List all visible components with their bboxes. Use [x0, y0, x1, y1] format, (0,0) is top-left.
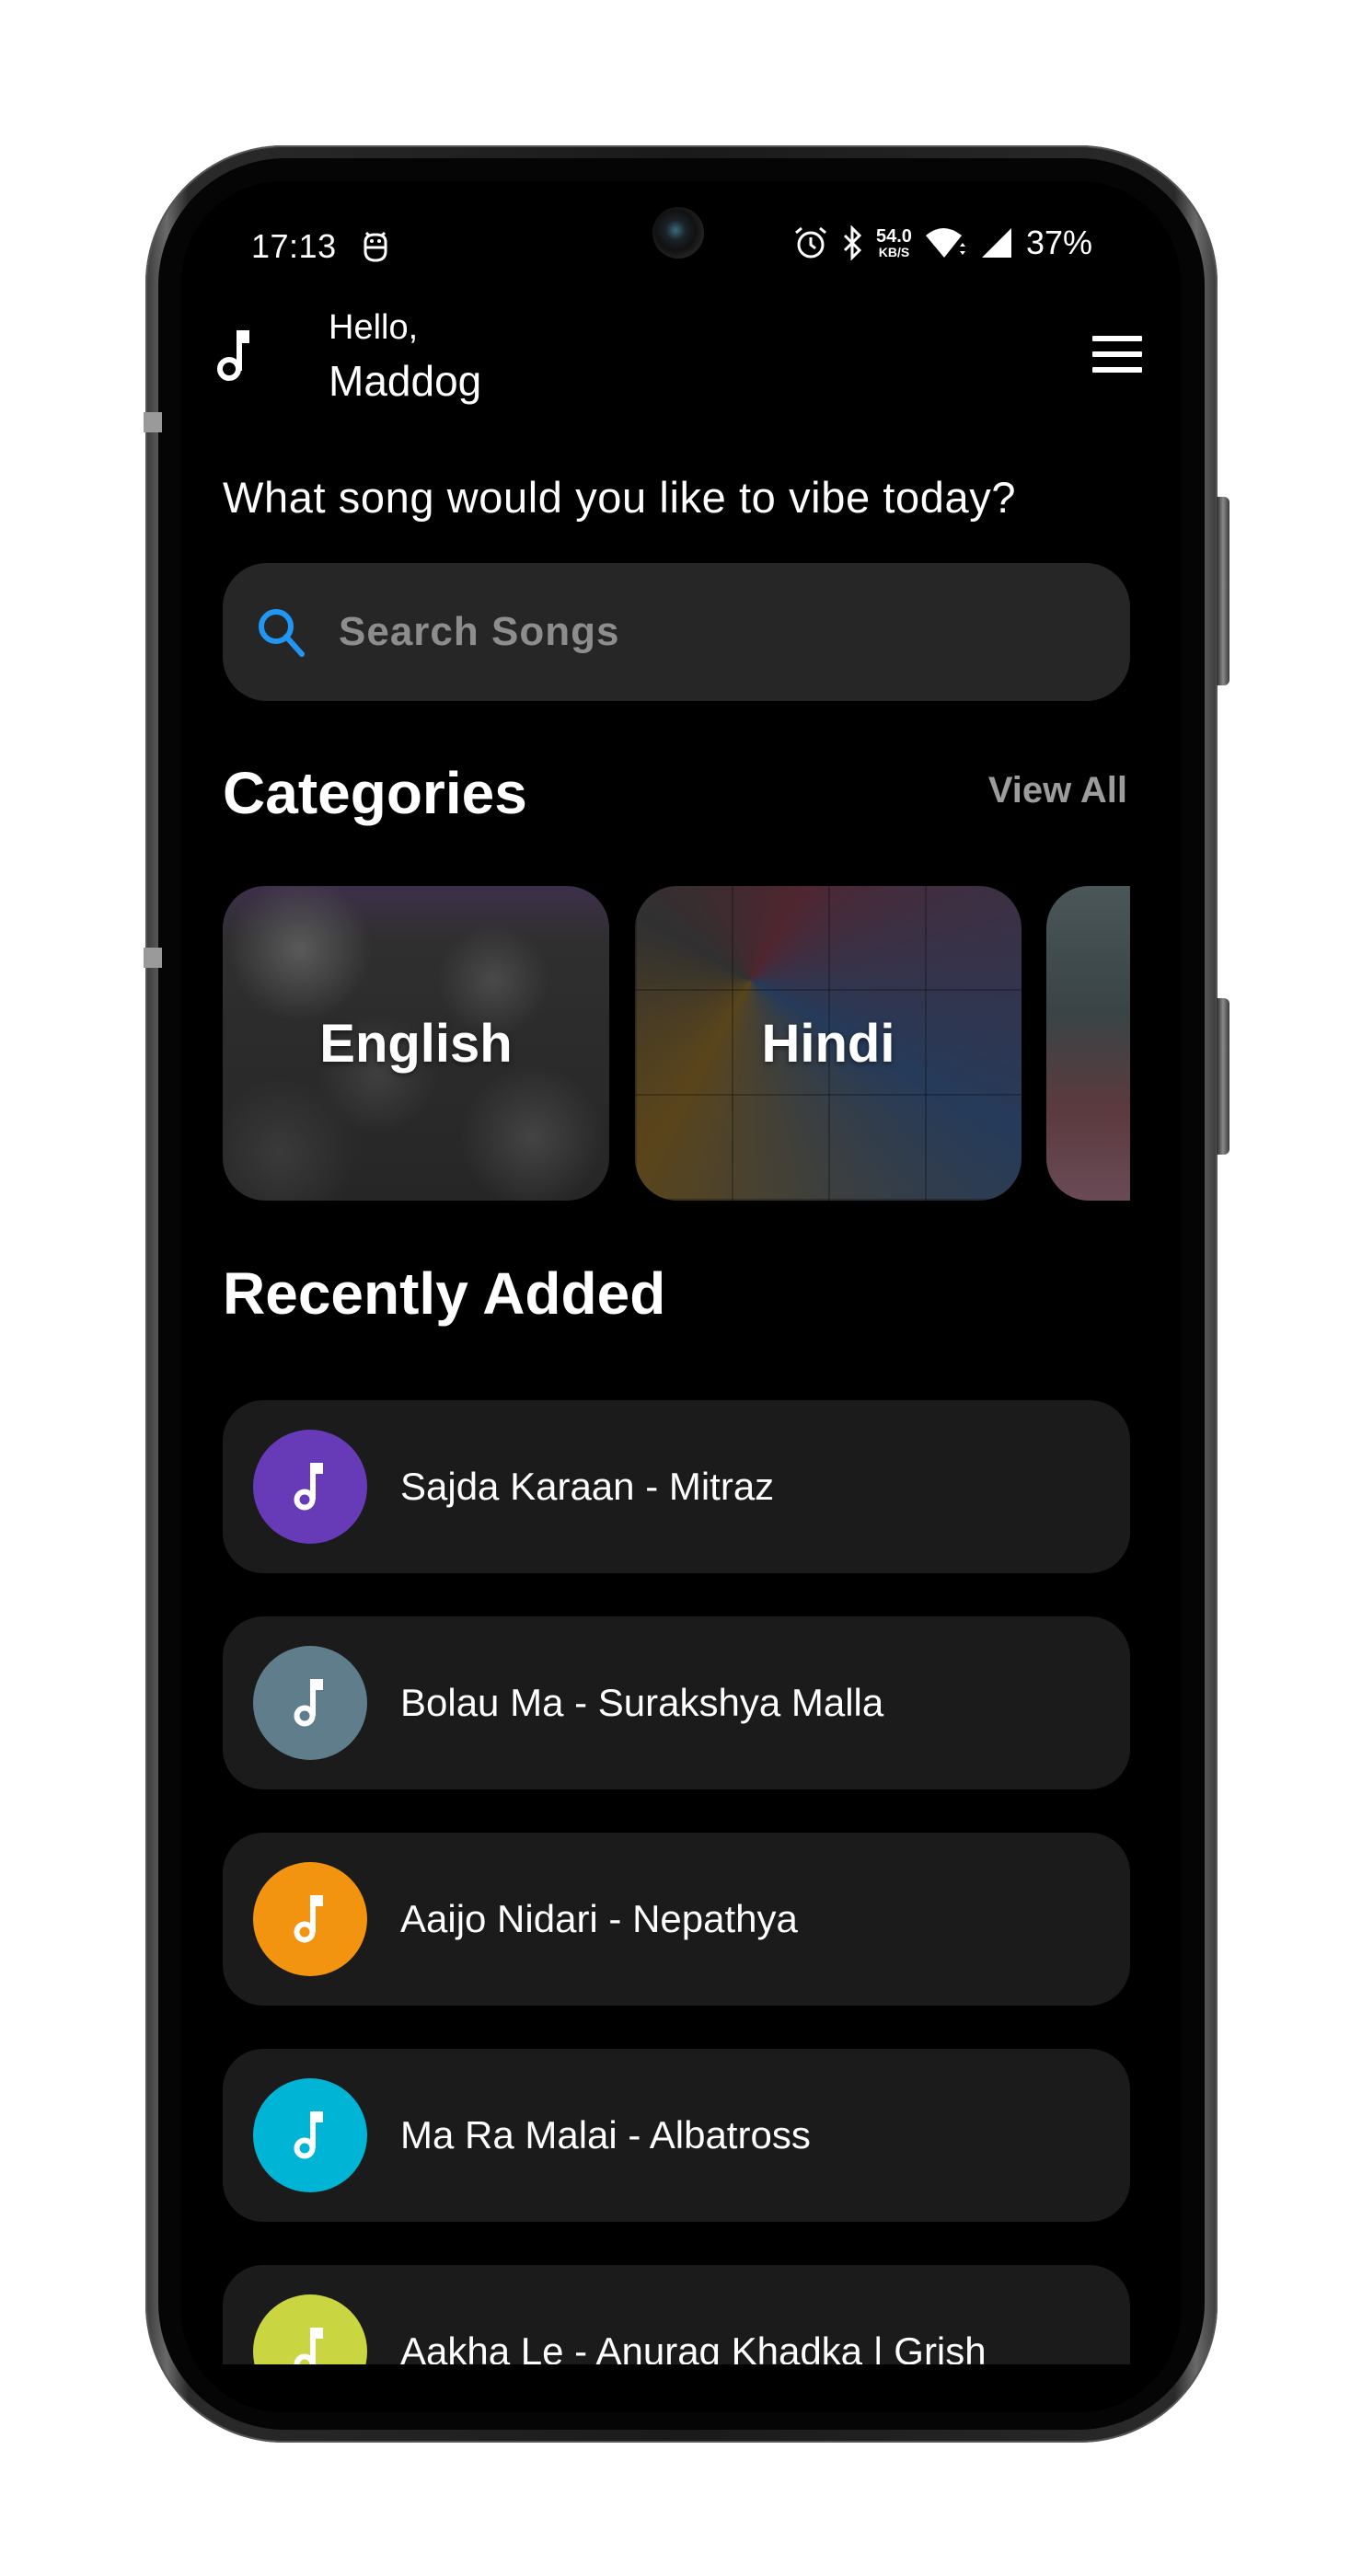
music-note-icon	[294, 1679, 323, 1727]
music-note-icon	[216, 327, 253, 382]
prompt-text: What song would you like to vibe today?	[223, 473, 1017, 522]
search-input[interactable]	[337, 608, 1077, 656]
song-title: Aaijo Nidari - Nepathya	[400, 1897, 798, 1940]
song-title: Sajda Karaan - Mitraz	[400, 1465, 775, 1508]
user-name: Maddog	[329, 357, 482, 405]
song-list-item[interactable]: Bolau Ma - Surakshya Malla	[223, 1616, 1130, 1789]
search-icon	[259, 609, 305, 657]
song-avatar	[253, 2078, 367, 2192]
song-title: Aakha Le - Anurag Khadka | Grish	[400, 2329, 987, 2364]
song-list-item[interactable]: Aaijo Nidari - Nepathya	[223, 1833, 1130, 2006]
song-list-item[interactable]: Aakha Le - Anurag Khadka | Grish	[223, 2265, 1130, 2364]
category-label: English	[319, 1013, 513, 1074]
categories-carousel[interactable]: English Hindi	[223, 886, 1130, 1201]
frame-antenna-line	[144, 948, 162, 968]
music-note-icon	[294, 2328, 323, 2364]
power-button	[1217, 998, 1229, 1155]
network-speed: 54.0 KB/S	[876, 226, 912, 259]
app-screen: 17:13 54.0 KB/S 37% Hello, Maddog What s…	[181, 181, 1181, 2412]
alarm-icon	[795, 226, 826, 259]
song-list-item[interactable]: Sajda Karaan - Mitraz	[223, 1400, 1130, 1573]
song-title: Bolau Ma - Surakshya Malla	[400, 1681, 884, 1724]
song-avatar	[253, 2294, 367, 2364]
music-note-icon	[294, 2111, 323, 2159]
song-avatar	[253, 1430, 367, 1544]
view-all-link[interactable]: View All	[988, 770, 1127, 811]
recently-added-list[interactable]: Sajda Karaan - Mitraz Bolau Ma - Suraksh…	[223, 1400, 1130, 2364]
category-card-hindi[interactable]: Hindi	[635, 886, 1022, 1201]
music-note-icon	[294, 1463, 323, 1511]
wifi-icon	[925, 228, 965, 258]
categories-heading: Categories	[223, 760, 527, 826]
song-list-item[interactable]: Ma Ra Malai - Albatross	[223, 2049, 1130, 2222]
recently-added-heading: Recently Added	[223, 1260, 666, 1327]
status-time: 17:13	[251, 227, 337, 265]
song-avatar	[253, 1862, 367, 1976]
status-icons: 54.0 KB/S 37%	[793, 224, 1092, 262]
music-note-icon	[294, 1895, 323, 1943]
category-card-partial[interactable]	[1046, 886, 1130, 1201]
category-label: Hindi	[761, 1013, 895, 1074]
search-bar[interactable]	[223, 563, 1130, 701]
song-title: Ma Ra Malai - Albatross	[400, 2113, 811, 2156]
category-card-english[interactable]: English	[223, 886, 609, 1201]
battery-level: 37%	[1025, 224, 1092, 261]
volume-button	[1217, 497, 1229, 685]
hamburger-menu-icon[interactable]	[1092, 336, 1142, 373]
greeting-text: Hello,	[329, 308, 419, 347]
song-avatar	[253, 1646, 367, 1760]
bluetooth-icon	[843, 225, 862, 260]
frame-antenna-line	[144, 412, 162, 432]
cell-signal-icon	[981, 228, 1011, 258]
front-camera	[652, 207, 704, 259]
android-bot-icon	[362, 229, 389, 267]
